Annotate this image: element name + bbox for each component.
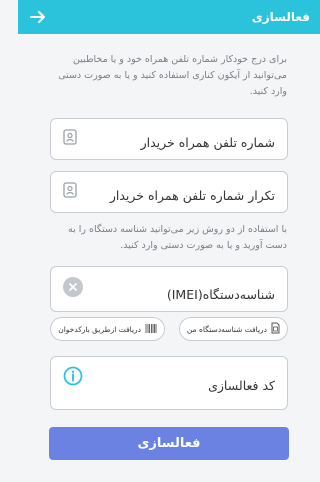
- get-my-device-id-button[interactable]: دریافت شناسه‌دستگاه من: [178, 317, 288, 341]
- phone-repeat-field[interactable]: تکرار شماره تلفن همراه خریدار: [50, 171, 288, 213]
- imei-help-text: با استفاده از دو روش زیر می‌توانید شناسه…: [67, 224, 287, 251]
- activate-button[interactable]: فعالسازی: [49, 427, 289, 460]
- page-title: فعالسازی: [251, 10, 310, 24]
- activation-code-label: کد فعالسازی: [208, 378, 275, 393]
- get-my-device-id-label: دریافت شناسه‌دستگاه من: [186, 324, 267, 334]
- info-icon[interactable]: [63, 366, 83, 390]
- barcode-scan-label: دریافت ازطریق بارکدخوان: [58, 324, 141, 334]
- barcode-icon: [145, 323, 157, 336]
- contact-card-icon[interactable]: [63, 182, 77, 202]
- contact-card-icon[interactable]: [63, 129, 77, 149]
- sim-card-icon: [271, 322, 280, 336]
- intro-text: برای درج خودکار شماره تلفن همراه خود و ی…: [58, 54, 287, 97]
- clear-icon[interactable]: [63, 277, 83, 297]
- phone-field[interactable]: شماره تلفن همراه خریدار: [50, 118, 288, 160]
- phone-repeat-field-label: تکرار شماره تلفن همراه خریدار: [109, 188, 275, 203]
- imei-field[interactable]: شناسه‌دستگاه(IMEI): [50, 266, 288, 312]
- phone-field-label: شماره تلفن همراه خریدار: [140, 135, 275, 150]
- imei-field-label: شناسه‌دستگاه(IMEI): [166, 287, 275, 302]
- arrow-right-icon[interactable]: [28, 7, 48, 27]
- activation-code-field[interactable]: کد فعالسازی: [50, 356, 288, 410]
- barcode-scan-button[interactable]: دریافت ازطریق بارکدخوان: [50, 317, 165, 341]
- app-header: فعالسازی: [18, 0, 320, 34]
